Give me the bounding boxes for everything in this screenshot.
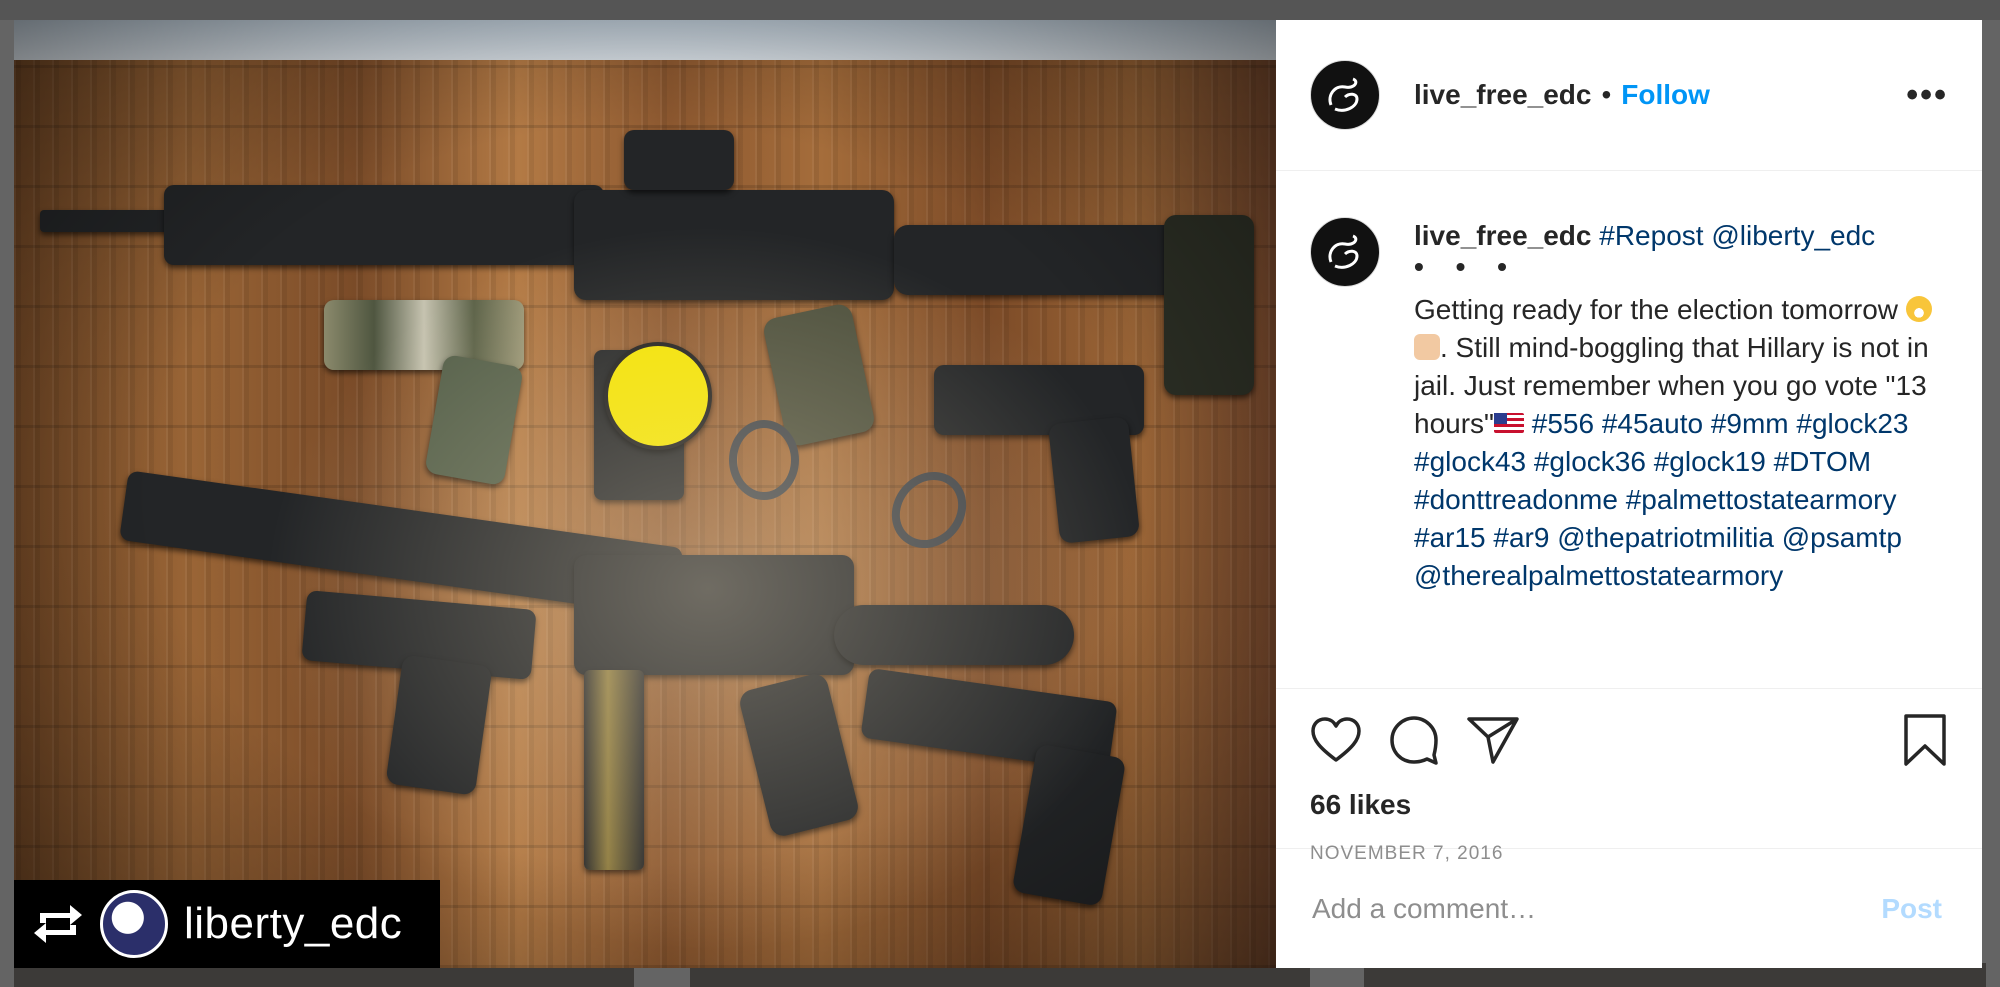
extended-magazine xyxy=(584,670,644,870)
comment-bar: Post xyxy=(1276,849,1982,968)
post-side-panel: live_free_edc • Follow ••• live_free_edc… xyxy=(1276,20,1982,968)
more-icon[interactable]: ••• xyxy=(1906,78,1948,112)
hashtag-link[interactable]: #Repost xyxy=(1599,220,1703,251)
pistol-grip xyxy=(1047,416,1141,544)
pistol-caliber-carbine-grip xyxy=(737,671,861,839)
pistol-camo-grip xyxy=(424,353,524,487)
follow-button[interactable]: Follow xyxy=(1621,79,1710,111)
rifle-handguard xyxy=(164,185,604,265)
snake-ornament xyxy=(729,420,799,500)
mention-link[interactable]: @liberty_edc xyxy=(1711,220,1875,251)
action-icon-row xyxy=(1310,709,1948,771)
pistol-caliber-carbine-tube xyxy=(834,605,1074,665)
caption-section: live_free_edc #Repost @liberty_edc • • •… xyxy=(1276,171,1982,689)
caption-text-part: Getting ready for the election tomorrow xyxy=(1414,294,1906,325)
repost-username: liberty_edc xyxy=(184,899,403,948)
comment-input[interactable] xyxy=(1310,891,1876,926)
caption-body: Getting ready for the election tomorrow … xyxy=(1414,291,1948,595)
separator-dot: • xyxy=(1601,79,1612,110)
heart-icon[interactable] xyxy=(1310,716,1362,764)
rifle-sight xyxy=(624,130,734,190)
rifle-buttstock xyxy=(1164,215,1254,395)
us-flag-emoji-icon xyxy=(1493,413,1524,433)
grimace-emoji-icon xyxy=(1905,296,1932,322)
thumbs-up-emoji-icon xyxy=(1414,334,1440,360)
mention-link[interactable]: @thepatriotmilitia @psamtp xyxy=(1557,522,1902,553)
repost-badge: liberty_edc xyxy=(14,880,440,968)
repost-avatar xyxy=(100,890,168,958)
avatar[interactable] xyxy=(1310,60,1380,130)
post-author-username[interactable]: live_free_edc xyxy=(1414,79,1591,111)
pistol-caliber-carbine-receiver xyxy=(574,555,854,675)
post-actions: 66 likes NOVEMBER 7, 2016 xyxy=(1276,689,1982,864)
pistol-grip xyxy=(1011,743,1127,907)
caption-text: live_free_edc #Repost @liberty_edc • • •… xyxy=(1414,217,1948,688)
post-comment-button[interactable]: Post xyxy=(1875,892,1948,926)
bookmark-icon[interactable] xyxy=(1902,713,1948,767)
caption-ellipsis: • • • xyxy=(1414,251,1519,282)
post-header: live_free_edc • Follow ••• xyxy=(1276,20,1982,171)
caption-avatar[interactable] xyxy=(1310,217,1380,287)
mention-link[interactable]: @therealpalmettostatearmory xyxy=(1414,560,1783,591)
send-icon[interactable] xyxy=(1466,715,1520,765)
caption-username[interactable]: live_free_edc xyxy=(1414,220,1591,251)
post-photo[interactable]: liberty_edc xyxy=(14,20,1276,968)
hashtag-link[interactable]: #556 #45auto #9mm xyxy=(1532,408,1789,439)
rifle-receiver xyxy=(574,190,894,300)
likes-count[interactable]: 66 likes xyxy=(1310,789,1948,821)
snake-ornament xyxy=(876,456,982,564)
repost-icon xyxy=(28,880,88,968)
comment-icon[interactable] xyxy=(1388,715,1440,765)
post-modal: liberty_edc live_free_edc • Follow ••• l… xyxy=(14,20,1982,968)
gadsden-patch xyxy=(604,342,712,450)
pistol-camo-slide xyxy=(324,300,524,370)
pistol-grip xyxy=(385,654,493,796)
